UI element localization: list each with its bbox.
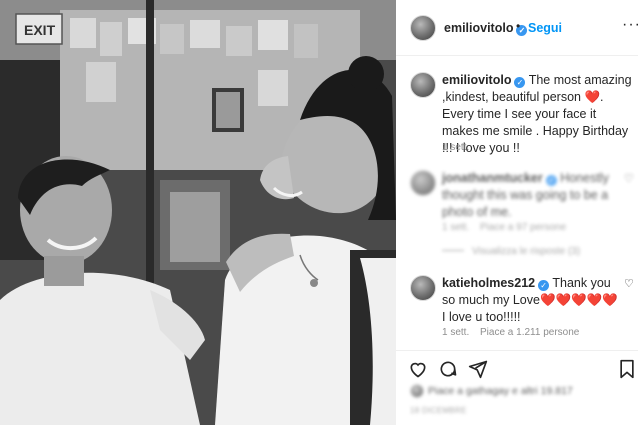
caption-username[interactable]: emiliovitolo [442, 73, 511, 87]
share-icon[interactable] [468, 359, 488, 384]
verified-badge-icon: ✓ [538, 280, 550, 291]
follow-button[interactable]: Segui [528, 21, 562, 35]
comment-2-hearts: ❤️❤️❤️❤️❤️ [539, 293, 618, 307]
heart-icon[interactable] [408, 359, 428, 384]
comment-1-replies-text[interactable]: Visualizza le risposte (3) [472, 246, 580, 257]
comment-1-time[interactable]: 1 sett. [442, 222, 469, 233]
post-caption: emiliovitolo ✓ The most amazing ,kindest,… [442, 72, 634, 157]
author-avatar[interactable] [410, 15, 436, 41]
post-date[interactable]: 18 DICEMBRE [410, 406, 467, 415]
comment-2-username[interactable]: katieholmes212 [442, 276, 535, 290]
post-actions [396, 350, 638, 390]
heart-icon[interactable]: ♡ [624, 172, 634, 185]
comment-1-avatar[interactable] [410, 170, 436, 196]
more-icon[interactable]: ··· [622, 16, 638, 34]
post-photo[interactable]: EXIT [0, 0, 396, 425]
comment-2-avatar[interactable] [410, 275, 436, 301]
verified-badge-icon: ✓ [514, 77, 526, 88]
comment-2: katieholmes212 ✓ Thank you so much my Lov… [442, 275, 622, 326]
heart-icon[interactable]: ♡ [624, 277, 634, 290]
caption-heart: ❤️ [584, 90, 601, 104]
author-username-text[interactable]: emiliovitolo [444, 21, 513, 35]
comment-2-likes[interactable]: Piace a 1.211 persone [480, 327, 579, 338]
liked-by-text[interactable]: Piace a gathagay e altri 19.817 [428, 385, 573, 397]
author-username[interactable]: emiliovitolo ✓ [444, 21, 528, 36]
comment-2-text-after: I love u too!!!!! [442, 310, 521, 324]
comment-icon[interactable] [438, 359, 458, 384]
header-separator: • [516, 19, 521, 33]
post-header: emiliovitolo✓ • Segui ··· [396, 0, 638, 56]
exit-sign-text: EXIT [24, 22, 56, 38]
liked-by-avatar [410, 384, 424, 398]
comment-2-time[interactable]: 1 sett. [442, 327, 469, 338]
post-side-panel: emiliovitolo✓ • Segui ··· emiliovitolo✓ … [396, 0, 638, 425]
caption-avatar[interactable] [410, 72, 436, 98]
comment-1-replies[interactable]: Visualizza le risposte (3) [442, 246, 580, 257]
bookmark-icon[interactable] [618, 359, 636, 384]
verified-badge-icon: ✓ [545, 175, 557, 186]
photo-illustration: EXIT [0, 0, 396, 425]
caption-time[interactable]: 1 sett. [442, 142, 469, 153]
comment-1-likes[interactable]: Piace a 97 persone [480, 222, 566, 233]
comment-1: jonathanmtucker ✓ Honestly thought this w… [442, 170, 634, 221]
comment-1-username[interactable]: jonathanmtucker [442, 171, 543, 185]
